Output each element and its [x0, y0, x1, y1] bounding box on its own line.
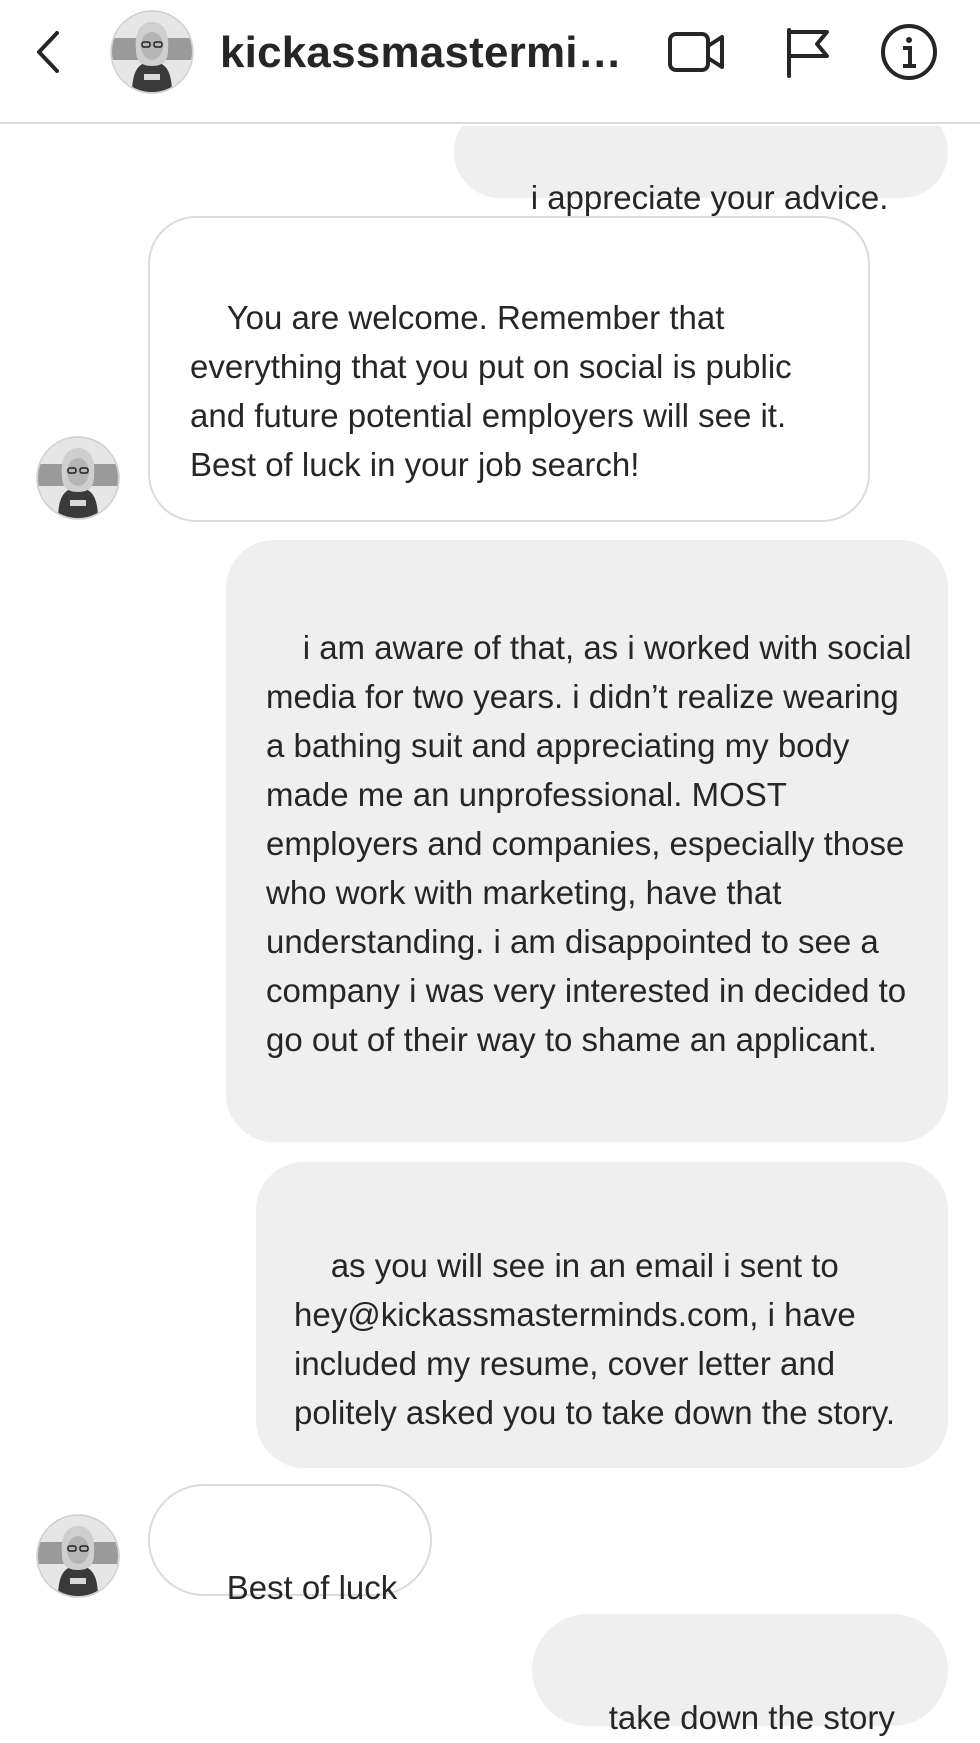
chevron-left-icon: [37, 31, 59, 73]
message-thread[interactable]: i appreciate your advice. You are welcom…: [0, 126, 980, 1743]
info-icon: [881, 24, 937, 80]
chat-username[interactable]: kickassmastermin...: [220, 28, 640, 78]
info-button[interactable]: [876, 22, 942, 82]
message-text: i appreciate your advice.: [530, 179, 889, 216]
message-bubble-outgoing[interactable]: take down the story: [532, 1614, 948, 1736]
message-bubble-outgoing[interactable]: i appreciate your advice.: [454, 126, 948, 216]
message-text: You are welcome. Remember that everythin…: [190, 299, 801, 483]
video-camera-icon: [668, 32, 724, 72]
chat-header: kickassmastermin...: [0, 0, 980, 124]
sender-avatar[interactable]: [36, 436, 120, 520]
message-text: Best of luck: [226, 1569, 398, 1606]
message-text: as you will see in an email i sent to he…: [294, 1247, 896, 1431]
sender-avatar[interactable]: [36, 1514, 120, 1598]
video-call-button[interactable]: [664, 22, 730, 82]
message-bubble-incoming[interactable]: Best of luck: [148, 1484, 432, 1606]
message-text: i am aware of that, as i worked with soc…: [266, 629, 921, 1058]
flag-icon: [787, 28, 829, 78]
back-button[interactable]: [28, 26, 68, 78]
message-bubble-outgoing[interactable]: i am aware of that, as i worked with soc…: [226, 540, 948, 1142]
report-button[interactable]: [774, 22, 840, 82]
message-bubble-outgoing[interactable]: as you will see in an email i sent to he…: [256, 1162, 948, 1468]
message-bubble-incoming[interactable]: You are welcome. Remember that everythin…: [148, 216, 870, 522]
message-text: take down the story: [608, 1699, 895, 1736]
header-avatar[interactable]: [110, 10, 194, 94]
